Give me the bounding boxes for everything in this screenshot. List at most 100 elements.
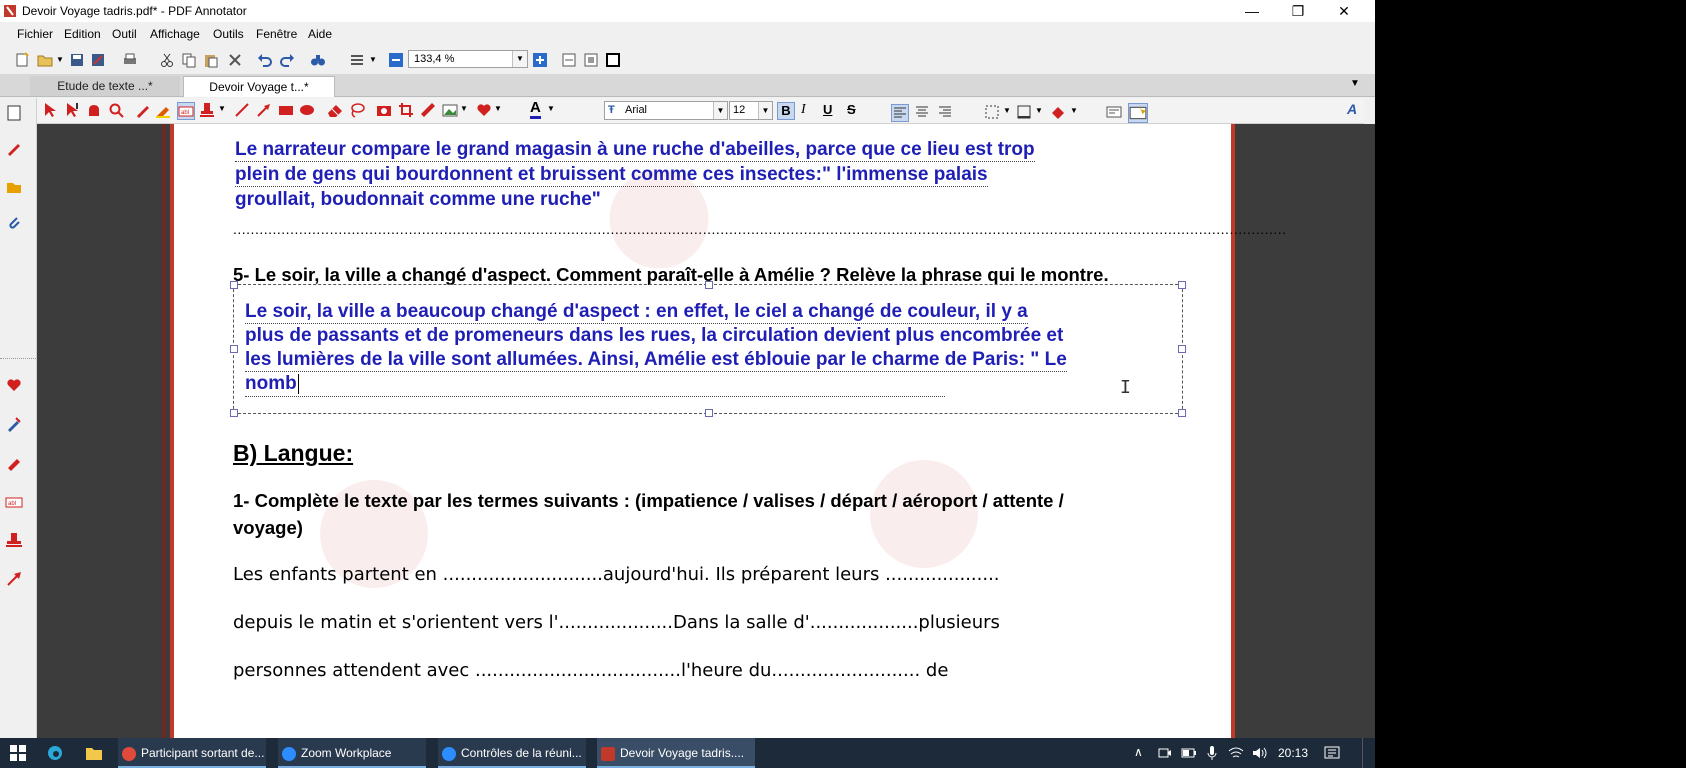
edge-browser-icon[interactable] bbox=[47, 745, 63, 761]
ruler-icon[interactable] bbox=[420, 102, 436, 118]
favorite-arrow-tool-icon[interactable] bbox=[5, 570, 23, 588]
stamp-icon[interactable] bbox=[199, 102, 215, 118]
zoom-tool-icon[interactable] bbox=[108, 102, 124, 118]
paste-icon[interactable] bbox=[203, 52, 219, 68]
pdf-page[interactable]: Le narrateur compare le grand magasin à … bbox=[162, 124, 1286, 738]
save-all-icon[interactable] bbox=[90, 52, 106, 68]
resize-handle-right[interactable] bbox=[1178, 345, 1186, 353]
stamp-dropdown-icon[interactable]: ▼ bbox=[218, 104, 226, 113]
battery-icon[interactable] bbox=[1181, 746, 1197, 760]
hand-tool-icon[interactable] bbox=[86, 102, 102, 118]
resize-handle-bottom-right[interactable] bbox=[1178, 409, 1186, 417]
document-view[interactable]: Le narrateur compare le grand magasin à … bbox=[37, 124, 1375, 738]
zoom-dropdown-icon[interactable]: ▼ bbox=[512, 51, 527, 67]
page-thumbnails-icon[interactable] bbox=[5, 104, 23, 122]
menu-affichage[interactable]: Affichage bbox=[150, 27, 200, 41]
crop-icon[interactable] bbox=[398, 102, 414, 118]
menu-edition[interactable]: Edition bbox=[64, 27, 101, 41]
taskbar-item-chrome[interactable]: Participant sortant de... bbox=[118, 738, 266, 768]
resize-handle-bottom[interactable] bbox=[705, 409, 713, 417]
border-style-dropdown-icon[interactable]: ▼ bbox=[1003, 106, 1011, 115]
font-dropdown-icon[interactable]: ▼ bbox=[713, 102, 727, 119]
open-dropdown-icon[interactable]: ▼ bbox=[56, 55, 64, 64]
fit-page-icon[interactable] bbox=[583, 52, 599, 68]
microphone-icon[interactable] bbox=[1206, 745, 1218, 761]
text-color-dropdown-icon[interactable]: ▼ bbox=[547, 104, 555, 113]
highlighter-icon[interactable] bbox=[155, 102, 171, 118]
wifi-icon[interactable] bbox=[1228, 746, 1244, 760]
align-left-icon[interactable] bbox=[891, 104, 909, 122]
text-select-icon[interactable] bbox=[64, 102, 80, 118]
system-clock[interactable]: 20:13 bbox=[1278, 738, 1308, 768]
eraser-icon[interactable] bbox=[327, 102, 343, 118]
show-hidden-icons-chevron-icon[interactable]: ∧ bbox=[1134, 745, 1143, 759]
tab-list-dropdown-icon[interactable]: ▼ bbox=[1350, 78, 1360, 89]
page-layout-icon[interactable] bbox=[349, 52, 365, 68]
print-icon[interactable] bbox=[122, 52, 138, 68]
page-layout-dropdown-icon[interactable]: ▼ bbox=[369, 55, 377, 64]
favorite-pen-tool-icon[interactable] bbox=[5, 415, 23, 433]
rectangle-tool-icon[interactable] bbox=[278, 102, 294, 118]
volume-icon[interactable] bbox=[1252, 746, 1268, 760]
show-desktop-button[interactable] bbox=[1362, 738, 1363, 768]
italic-button[interactable]: I bbox=[801, 102, 806, 118]
favorite-heart-tool-icon[interactable] bbox=[5, 376, 23, 394]
magic-tools-icon[interactable] bbox=[1128, 103, 1148, 123]
border-style-icon[interactable] bbox=[984, 104, 1000, 120]
border-width-dropdown-icon[interactable]: ▼ bbox=[1035, 106, 1043, 115]
underline-button[interactable]: U bbox=[823, 102, 832, 117]
properties-icon[interactable] bbox=[1106, 104, 1122, 120]
resize-handle-top-left[interactable] bbox=[230, 281, 238, 289]
tab-etude-de-texte[interactable]: Etude de texte ...* bbox=[30, 76, 180, 96]
favorite-textbox-tool-icon[interactable]: abl bbox=[5, 493, 23, 511]
font-family-select[interactable]: Ŧ Arial ▼ bbox=[604, 101, 728, 120]
resize-handle-bottom-left[interactable] bbox=[230, 409, 238, 417]
insert-image-dropdown-icon[interactable]: ▼ bbox=[460, 104, 468, 113]
delete-icon[interactable] bbox=[227, 52, 243, 68]
menu-aide[interactable]: Aide bbox=[308, 27, 332, 41]
notification-center-icon[interactable] bbox=[1324, 745, 1340, 761]
snapshot-camera-icon[interactable] bbox=[376, 102, 392, 118]
copy-icon[interactable] bbox=[181, 52, 197, 68]
restore-button[interactable]: ❐ bbox=[1275, 0, 1321, 22]
full-screen-icon[interactable] bbox=[605, 52, 621, 68]
bookmarks-pane-icon[interactable] bbox=[5, 178, 23, 196]
undo-icon[interactable] bbox=[257, 52, 273, 68]
save-icon[interactable] bbox=[69, 52, 85, 68]
fill-color-icon[interactable] bbox=[1050, 104, 1066, 120]
open-folder-icon[interactable] bbox=[37, 52, 53, 68]
windows-start-icon[interactable] bbox=[10, 745, 26, 761]
lasso-icon[interactable] bbox=[349, 102, 365, 118]
tab-devoir-voyage[interactable]: Devoir Voyage t...* bbox=[183, 76, 335, 97]
file-explorer-icon[interactable] bbox=[85, 745, 103, 761]
arrow-tool-icon[interactable] bbox=[256, 102, 272, 118]
favorite-marker-tool-icon[interactable] bbox=[5, 454, 23, 472]
zoom-level-field[interactable]: 133,4 % ▼ bbox=[408, 50, 528, 68]
taskbar-item-pdf-annotator[interactable]: Devoir Voyage tadris.... bbox=[597, 738, 755, 768]
annotations-pane-icon[interactable] bbox=[5, 140, 23, 158]
ellipse-tool-icon[interactable] bbox=[299, 102, 315, 118]
menu-outils[interactable]: Outils bbox=[213, 27, 244, 41]
resize-handle-left[interactable] bbox=[230, 345, 238, 353]
fit-width-icon[interactable] bbox=[561, 52, 577, 68]
text-annotation-selection-box[interactable] bbox=[230, 281, 1186, 417]
menu-fichier[interactable]: Fichier bbox=[17, 27, 53, 41]
text-box-icon[interactable]: abl bbox=[177, 102, 195, 120]
text-recognition-button[interactable]: A bbox=[1347, 101, 1357, 117]
font-size-dropdown-icon[interactable]: ▼ bbox=[758, 102, 772, 119]
border-width-icon[interactable] bbox=[1016, 104, 1032, 120]
align-right-icon[interactable] bbox=[937, 104, 953, 120]
attachments-paperclip-icon[interactable] bbox=[5, 214, 23, 232]
align-center-icon[interactable] bbox=[914, 104, 930, 120]
line-tool-icon[interactable] bbox=[234, 102, 250, 118]
strikethrough-button[interactable]: S bbox=[847, 102, 856, 117]
select-arrow-icon[interactable] bbox=[42, 102, 58, 118]
taskbar-item-zoom-workplace[interactable]: Zoom Workplace bbox=[278, 738, 426, 768]
minimize-button[interactable]: — bbox=[1229, 0, 1275, 22]
find-binoculars-icon[interactable] bbox=[310, 52, 326, 68]
text-color-button[interactable]: A bbox=[530, 100, 541, 119]
redo-icon[interactable] bbox=[279, 52, 295, 68]
close-button[interactable]: ✕ bbox=[1321, 0, 1367, 22]
zoom-out-icon[interactable] bbox=[388, 52, 404, 68]
cut-icon[interactable] bbox=[159, 52, 175, 68]
